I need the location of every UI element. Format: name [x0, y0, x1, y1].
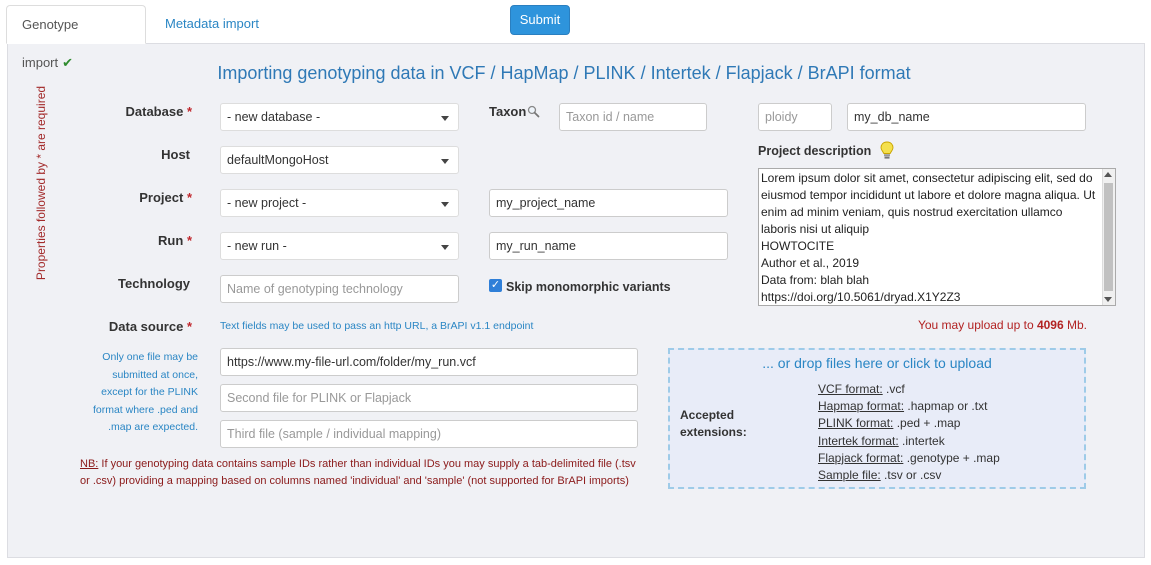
format-vcf: VCF format: .vcf	[818, 382, 905, 396]
accepted-extensions-label: Accepted extensions:	[680, 408, 747, 439]
project-select-value: - new project -	[227, 196, 307, 210]
project-select[interactable]: - new project -	[220, 189, 459, 217]
tab-metadata-import-label: Metadata import	[165, 16, 259, 31]
format-hapmap: Hapmap format: .hapmap or .txt	[818, 399, 988, 414]
project-description-label: Project description	[758, 144, 872, 158]
run-select-value: - new run -	[227, 239, 287, 253]
file1-input[interactable]	[220, 348, 638, 376]
chevron-down-icon	[441, 159, 449, 164]
scroll-down-icon[interactable]	[1104, 297, 1112, 302]
nb-label: NB:	[80, 458, 99, 470]
skip-monomorphic-checkbox[interactable]: ✓	[489, 279, 502, 292]
format-flapjack: Flapjack format: .genotype + .map	[818, 450, 1000, 465]
format-plink: PLINK format: .ped + .map	[818, 416, 961, 431]
upload-limit-note: You may upload up to 4096 Mb.	[917, 318, 1087, 332]
project-description-text: Lorem ipsum dolor sit amet, consectetur …	[761, 171, 1096, 304]
tab-metadata-import[interactable]: Metadata import	[150, 5, 274, 44]
ploidy-input[interactable]	[758, 103, 832, 131]
dropzone-title: ... or drop files here or click to uploa…	[762, 355, 992, 371]
scrollbar-thumb[interactable]	[1104, 183, 1113, 291]
chevron-down-icon	[441, 202, 449, 207]
db-name-input[interactable]	[847, 103, 1086, 131]
database-select[interactable]: - new database -	[220, 103, 459, 131]
file2-input[interactable]	[220, 384, 638, 412]
tab-genotype-import[interactable]: Genotype import ✔	[6, 5, 146, 70]
chevron-down-icon	[441, 116, 449, 121]
checkmark-icon: ✔	[62, 55, 74, 70]
format-intertek: Intertek format: .intertek	[818, 433, 945, 448]
search-icon[interactable]	[527, 105, 540, 118]
required-note: Properties followed by * are required	[34, 85, 48, 281]
skip-monomorphic-label: Skip monomorphic variants	[506, 280, 671, 294]
technology-input[interactable]	[220, 275, 459, 303]
nb-text: If your genotyping data contains sample …	[80, 458, 636, 487]
taxon-label: Taxon	[489, 104, 527, 119]
page-title: Importing genotyping data in VCF / HapMa…	[217, 63, 911, 83]
formats-list: VCF format: .vcf Hapmap format: .hapmap …	[818, 381, 1000, 484]
file-dropzone[interactable]: ... or drop files here or click to uploa…	[668, 348, 1086, 489]
chevron-down-icon	[441, 245, 449, 250]
run-select[interactable]: - new run -	[220, 232, 459, 260]
run-name-input[interactable]	[489, 232, 728, 260]
upload-limit-value: 4096	[1036, 318, 1064, 332]
format-sample: Sample file: .tsv or .csv	[818, 468, 942, 483]
submit-button[interactable]: Submit	[510, 5, 570, 35]
run-label: Run *	[158, 233, 192, 248]
database-select-value: - new database -	[227, 110, 321, 124]
taxon-input[interactable]	[559, 103, 707, 131]
nb-note: NB: If your genotyping data contains sam…	[80, 456, 645, 489]
data-source-hint: Text fields may be used to pass an http …	[220, 320, 533, 332]
data-source-label: Data source *	[108, 319, 192, 334]
technology-label: Technology	[118, 276, 190, 291]
host-select-value: defaultMongoHost	[227, 153, 329, 167]
lightbulb-icon[interactable]	[879, 141, 895, 161]
project-name-input[interactable]	[489, 189, 728, 217]
data-source-hint-text: Text fields may be used to pass an http …	[220, 320, 441, 332]
host-select[interactable]: defaultMongoHost	[220, 146, 459, 174]
database-label: Database *	[125, 104, 193, 119]
file3-input[interactable]	[220, 420, 638, 448]
scroll-up-icon[interactable]	[1104, 172, 1112, 177]
brapi-link[interactable]: BrAPI v1.1 endpoint	[440, 320, 533, 332]
project-description-textarea[interactable]: Lorem ipsum dolor sit amet, consectetur …	[758, 168, 1116, 306]
project-label: Project *	[139, 190, 192, 205]
host-label: Host	[161, 147, 190, 162]
file-note: Only one file may be submitted at once, …	[92, 351, 198, 433]
